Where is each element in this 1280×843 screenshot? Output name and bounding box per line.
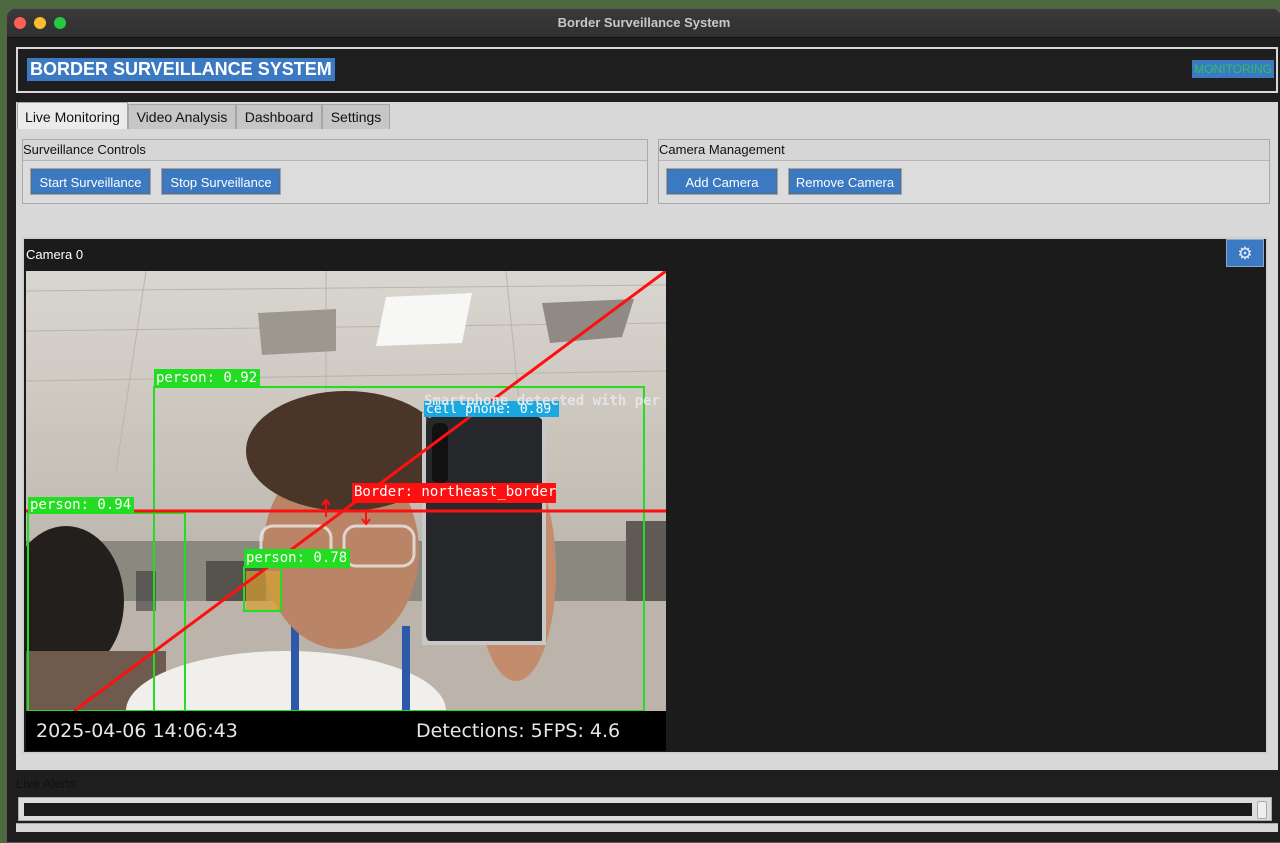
person-detection-label-3: person: 0.78 — [246, 550, 348, 566]
border-label: Border: northeast_border — [354, 484, 557, 500]
camera-management-title: Camera Management — [659, 140, 1269, 161]
person-detection-label-1: person: 0.92 — [156, 370, 258, 386]
camera-panel: Camera 0 ⚙ person: 0.92 person: 0.94 per… — [22, 237, 1268, 754]
feed-info-bar: 2025-04-06 14:06:43 Detections: 5 FPS: 4… — [26, 711, 666, 751]
live-alerts-title: Live Alerts — [16, 776, 76, 791]
alerts-scrollbar[interactable] — [1257, 801, 1267, 819]
detections-count: Detections: 5 — [416, 720, 543, 742]
person-detection-label-2: person: 0.94 — [30, 497, 132, 513]
camera-settings-button[interactable]: ⚙ — [1226, 239, 1264, 267]
live-monitoring-panel: Surveillance Controls Start Surveillance… — [16, 129, 1278, 832]
tab-settings[interactable]: Settings — [322, 104, 390, 129]
camera-management-group: Camera Management Add Camera Remove Came… — [658, 139, 1270, 204]
tab-live-monitoring[interactable]: Live Monitoring — [17, 102, 128, 129]
smartphone-warning-text: Smartphone detected with per — [424, 393, 661, 409]
live-alerts-list[interactable] — [18, 797, 1272, 821]
feed-timestamp: 2025-04-06 14:06:43 — [36, 720, 238, 742]
stop-surveillance-button[interactable]: Stop Surveillance — [161, 168, 281, 195]
fps-readout: FPS: 4.6 — [543, 720, 621, 742]
gear-icon: ⚙ — [1237, 244, 1253, 263]
alerts-content — [24, 803, 1252, 816]
camera-label: Camera 0 — [26, 247, 84, 262]
camera-feed: person: 0.92 person: 0.94 person: 0.78 c… — [26, 271, 666, 751]
app-window: Border Surveillance System BORDER SURVEI… — [6, 8, 1280, 843]
tab-bar: Live Monitoring Video Analysis Dashboard… — [16, 102, 1278, 129]
title-bar: Border Surveillance System — [7, 9, 1280, 38]
tab-video-analysis[interactable]: Video Analysis — [128, 104, 236, 129]
bottom-strip — [16, 823, 1278, 832]
surveillance-controls-group: Surveillance Controls Start Surveillance… — [22, 139, 648, 204]
app-header: BORDER SURVEILLANCE SYSTEM MONITORING — [16, 47, 1278, 93]
surveillance-controls-title: Surveillance Controls — [23, 140, 647, 161]
add-camera-button[interactable]: Add Camera — [666, 168, 778, 195]
app-title: BORDER SURVEILLANCE SYSTEM — [27, 58, 335, 81]
status-badge: MONITORING — [1192, 60, 1274, 78]
window-title: Border Surveillance System — [557, 15, 731, 30]
tab-dashboard[interactable]: Dashboard — [236, 104, 322, 129]
start-surveillance-button[interactable]: Start Surveillance — [30, 168, 151, 195]
remove-camera-button[interactable]: Remove Camera — [788, 168, 902, 195]
